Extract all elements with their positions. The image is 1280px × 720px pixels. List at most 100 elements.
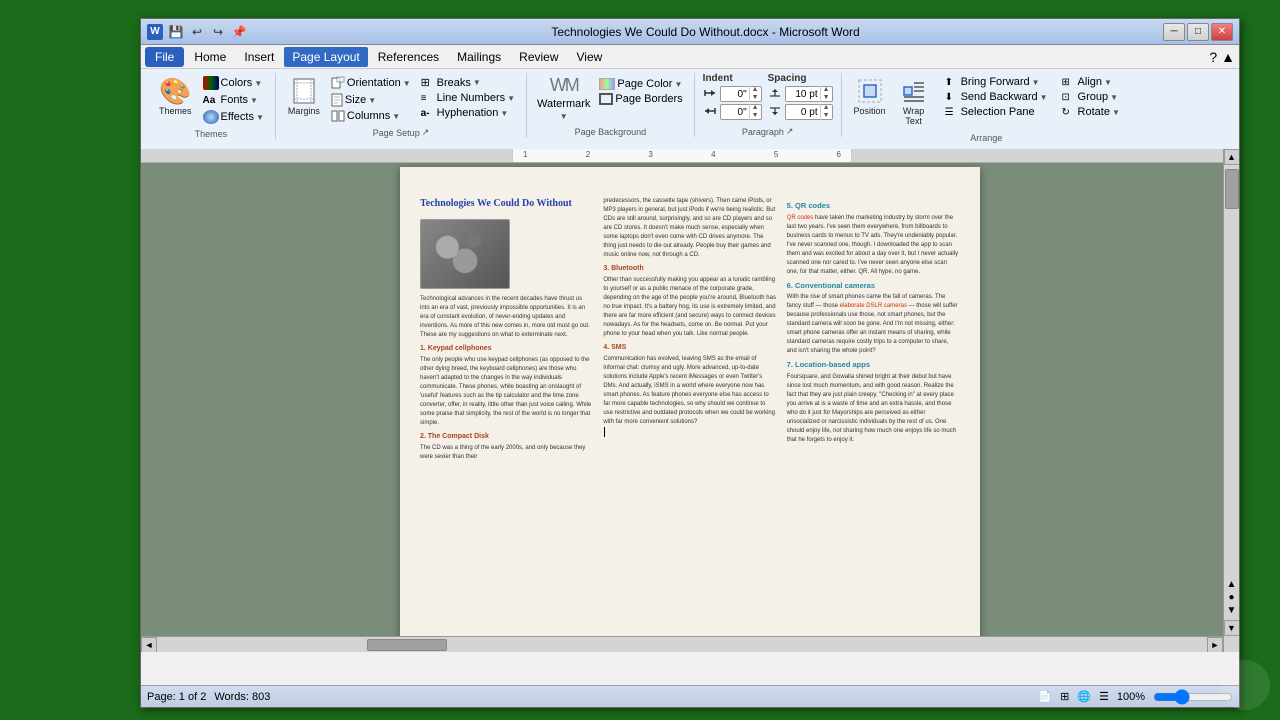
arrange-group: Position (842, 73, 1131, 143)
col1-section2-title: 2. The Compact Disk (420, 432, 593, 442)
after-spacing-input[interactable] (786, 106, 820, 119)
zoom-label: 100% (1117, 691, 1145, 703)
wrap-text-btn[interactable]: WrapText (894, 73, 934, 129)
view-layout-btn[interactable]: ⊞ (1060, 690, 1069, 703)
collapse-ribbon-icon[interactable]: ▲ (1221, 49, 1235, 65)
bring-forward-btn[interactable]: ⬆ Bring Forward ▼ (942, 75, 1051, 89)
page-borders-btn[interactable]: Page Borders (596, 92, 685, 106)
rotate-btn[interactable]: ↻ Rotate ▼ (1059, 105, 1123, 119)
col2-section3-body: Other than successfully making you appea… (603, 276, 776, 339)
right-indent-spinbox[interactable]: ▲ ▼ (720, 104, 762, 120)
menu-view[interactable]: View (569, 47, 611, 67)
position-label: Position (854, 107, 886, 117)
after-spacing-down[interactable]: ▼ (821, 112, 832, 120)
page-status: Page: 1 of 2 (147, 691, 206, 703)
position-btn[interactable]: Position (850, 73, 890, 129)
select-browse-btn[interactable]: ● (1228, 592, 1234, 603)
col3-section6-title: 6. Conventional cameras (787, 281, 960, 292)
menu-insert[interactable]: Insert (236, 47, 282, 67)
page-setup-expand-icon[interactable]: ↗ (422, 127, 430, 138)
scroll-left-btn[interactable]: ◄ (141, 637, 157, 653)
group-arrow: ▼ (1110, 93, 1118, 102)
menu-review[interactable]: Review (511, 47, 566, 67)
size-btn[interactable]: Size ▼ (328, 92, 414, 108)
before-spacing-input[interactable] (786, 88, 820, 101)
line-numbers-icon: ≡ (421, 93, 435, 104)
view-outline-btn[interactable]: ☰ (1099, 690, 1109, 703)
col1-section2-body: The CD was a thing of the early 2000s, a… (420, 444, 593, 462)
line-numbers-btn[interactable]: ≡ Line Numbers ▼ (418, 91, 518, 105)
right-indent-input[interactable] (721, 106, 749, 119)
rotate-label: Rotate (1078, 106, 1110, 118)
save-qat-btn[interactable]: 💾 (167, 23, 185, 41)
left-indent-arrows[interactable]: ▲ ▼ (749, 86, 761, 102)
fonts-icon: Aa (203, 93, 219, 107)
left-indent-input[interactable] (721, 88, 749, 101)
hyphenation-label: Hyphenation (437, 107, 499, 119)
before-spacing-down[interactable]: ▼ (821, 94, 832, 102)
left-indent-spinbox[interactable]: ▲ ▼ (720, 86, 762, 102)
watermark-btn[interactable]: WM Watermark ▼ (535, 73, 592, 123)
theme-effects-btn[interactable]: Effects ▼ (200, 109, 267, 125)
col1-intro: Technological advances in the recent dec… (420, 295, 593, 340)
orientation-icon (331, 76, 345, 90)
redo-qat-btn[interactable]: ↪ (209, 23, 227, 41)
next-page-btn[interactable]: ▼ (1227, 605, 1237, 616)
menu-home[interactable]: Home (186, 47, 234, 67)
hyphenation-btn[interactable]: a- Hyphenation ▼ (418, 106, 518, 120)
desktop-decoration (1220, 660, 1270, 710)
page-color-btn[interactable]: Page Color ▼ (596, 77, 685, 91)
columns-btn[interactable]: Columns ▼ (328, 109, 414, 123)
align-icon: ⊞ (1062, 77, 1076, 88)
col3-section7-body: Foursquare, and Gowalla shined bright at… (787, 373, 960, 445)
scroll-right-btn[interactable]: ► (1207, 637, 1223, 653)
minimize-btn[interactable]: ─ (1163, 23, 1185, 41)
pin-qat-btn[interactable]: 📌 (230, 23, 248, 41)
after-spacing-label (768, 106, 782, 119)
after-spacing-up[interactable]: ▲ (821, 104, 832, 112)
after-spacing-spinbox[interactable]: ▲ ▼ (785, 104, 833, 120)
help-question-icon[interactable]: ? (1209, 49, 1217, 65)
scroll-thumb[interactable] (1225, 169, 1239, 209)
col2-section2-cont: predecessors, the cassette tape (shivers… (603, 197, 776, 260)
right-indent-down[interactable]: ▼ (750, 112, 761, 120)
left-indent-up[interactable]: ▲ (750, 86, 761, 94)
themes-btn[interactable]: 🎨 Themes (155, 73, 196, 119)
theme-colors-btn[interactable]: Colors ▼ (200, 75, 267, 91)
paragraph-expand-icon[interactable]: ↗ (786, 126, 794, 137)
after-spacing-arrows[interactable]: ▲ ▼ (820, 104, 832, 120)
scroll-nav-controls: ▲ ● ▼ (1224, 579, 1239, 616)
close-btn[interactable]: ✕ (1211, 23, 1233, 41)
right-indent-arrows[interactable]: ▲ ▼ (749, 104, 761, 120)
window-controls: ─ □ ✕ (1163, 23, 1233, 41)
send-backward-btn[interactable]: ⬇ Send Backward ▼ (942, 90, 1051, 104)
send-backward-label: Send Backward (961, 91, 1038, 103)
orientation-btn[interactable]: Orientation ▼ (328, 75, 414, 91)
align-btn[interactable]: ⊞ Align ▼ (1059, 75, 1123, 89)
prev-page-btn[interactable]: ▲ (1227, 579, 1237, 590)
undo-qat-btn[interactable]: ↩ (188, 23, 206, 41)
scroll-up-btn[interactable]: ▲ (1224, 149, 1240, 165)
right-indent-up[interactable]: ▲ (750, 104, 761, 112)
menu-file[interactable]: File (145, 47, 184, 67)
menu-page-layout[interactable]: Page Layout (284, 47, 367, 67)
selection-pane-btn[interactable]: ☰ Selection Pane (942, 105, 1051, 119)
left-indent-down[interactable]: ▼ (750, 94, 761, 102)
breaks-btn[interactable]: ⊞ Breaks ▼ (418, 75, 518, 90)
maximize-btn[interactable]: □ (1187, 23, 1209, 41)
view-normal-btn[interactable]: 📄 (1038, 690, 1052, 703)
before-spacing-spinbox[interactable]: ▲ ▼ (785, 86, 833, 102)
theme-fonts-btn[interactable]: Aa Fonts ▼ (200, 92, 267, 108)
view-web-btn[interactable]: 🌐 (1077, 690, 1091, 703)
before-spacing-arrows[interactable]: ▲ ▼ (820, 86, 832, 102)
before-spacing-up[interactable]: ▲ (821, 86, 832, 94)
margins-btn[interactable]: Margins (284, 73, 324, 119)
window-title: Technologies We Could Do Without.docx - … (248, 25, 1163, 39)
menu-mailings[interactable]: Mailings (449, 47, 509, 67)
scroll-down-btn[interactable]: ▼ (1224, 620, 1240, 636)
menu-references[interactable]: References (370, 47, 447, 67)
h-scroll-thumb[interactable] (367, 639, 447, 651)
group-btn[interactable]: ⊡ Group ▼ (1059, 90, 1123, 104)
colors-dropdown-arrow: ▼ (254, 79, 262, 88)
breaks-arrow: ▼ (473, 78, 481, 87)
